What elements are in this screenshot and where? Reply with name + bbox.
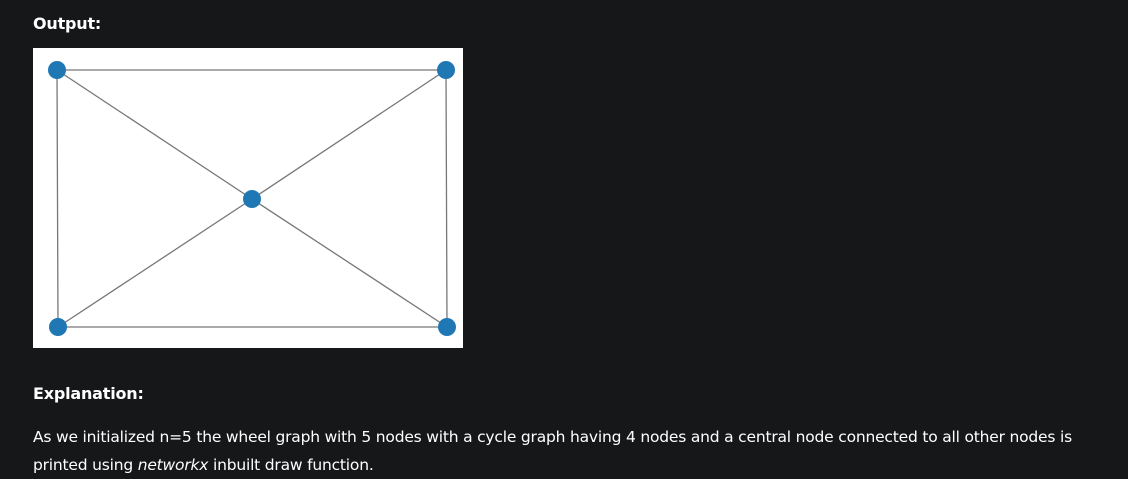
edge-center-top-left [56,69,253,200]
node-bottom-left [49,318,67,336]
explanation-heading: Explanation: [33,384,144,403]
edge-center-bottom-left [57,198,253,328]
node-top-right [437,61,455,79]
nodes-layer [48,61,456,336]
node-top-left [48,61,66,79]
edge-center-top-right [251,69,447,200]
graph-figure [33,48,463,348]
wheel-graph [48,61,456,336]
edge-bottom-left-top-left [56,69,59,328]
edge-center-bottom-right [251,198,448,328]
edge-top-right-bottom-right [445,69,448,328]
node-center [243,190,261,208]
explanation-text: As we initialized n=5 the wheel graph wi… [33,423,1113,479]
explanation-text-after: inbuilt draw function. [208,456,374,474]
node-bottom-right [438,318,456,336]
explanation-emphasis: networkx [137,456,209,474]
output-heading: Output: [33,14,102,33]
